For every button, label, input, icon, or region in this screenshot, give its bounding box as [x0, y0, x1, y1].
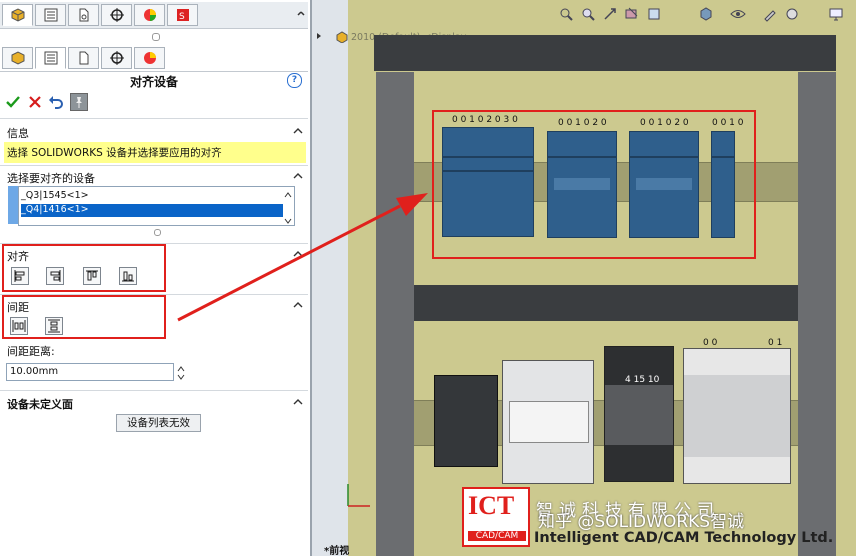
annotation-arrow: [177, 193, 428, 322]
